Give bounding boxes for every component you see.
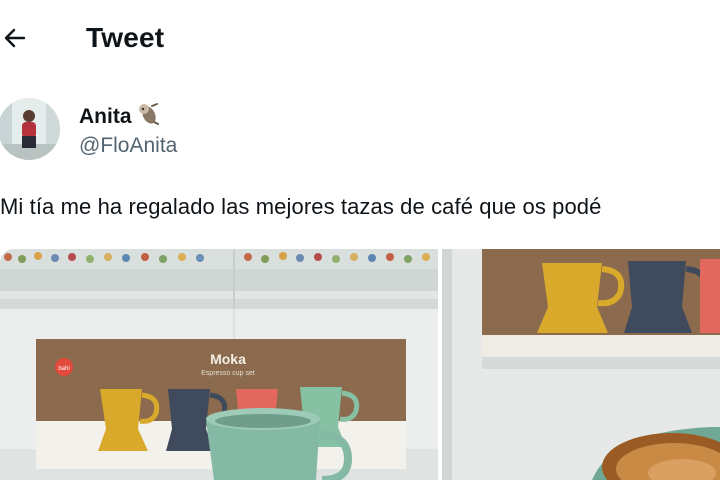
top-bar: Tweet [0, 0, 720, 80]
photo-espresso-cup-set-box[interactable]: bahi Moka Espresso cup set [0, 249, 438, 480]
sloth-emoji-icon [136, 102, 160, 132]
tweet-media: bahi Moka Espresso cup set [0, 249, 720, 480]
tweet-text: Mi tía me ha regalado las mejores tazas … [0, 194, 602, 219]
box-subtitle: Espresso cup set [201, 370, 255, 377]
box-brand: Moka [210, 351, 246, 367]
author-name[interactable]: Anita [79, 102, 160, 132]
arrow-left-icon [2, 25, 28, 56]
photo-coffee-cup-closeup[interactable] [442, 249, 720, 480]
back-button[interactable] [0, 22, 30, 58]
author-handle[interactable]: @FloAnita [79, 134, 177, 158]
tweet-author: Anita @FloAnita [0, 96, 720, 166]
box-logo: bahi [58, 366, 69, 372]
page-title: Tweet [86, 22, 165, 53]
avatar[interactable] [0, 98, 60, 160]
